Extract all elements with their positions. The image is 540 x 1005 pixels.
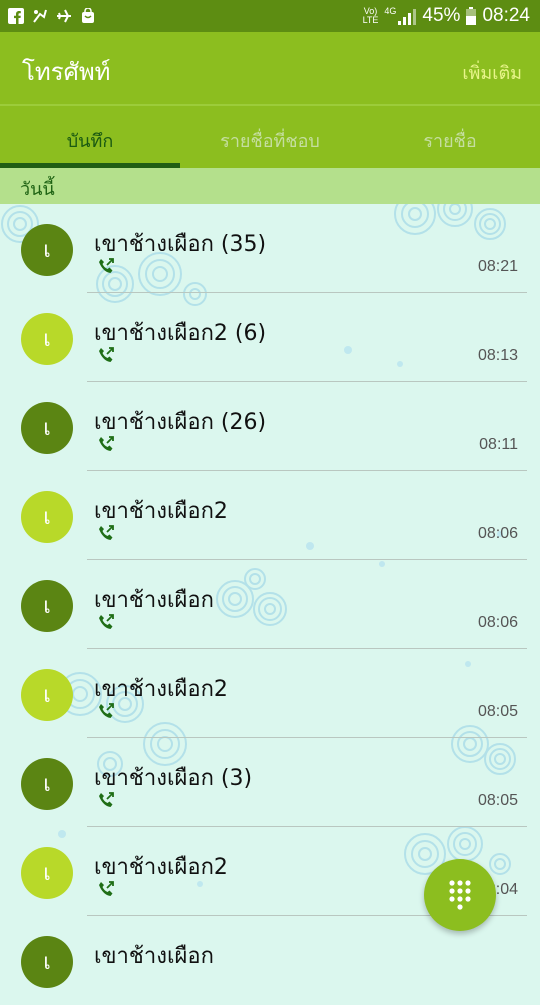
app-icon	[33, 9, 47, 23]
outgoing-call-icon	[99, 881, 114, 896]
avatar[interactable]: เ	[21, 847, 73, 899]
call-time: 08:05	[477, 703, 518, 720]
avatar[interactable]: เ	[21, 669, 73, 721]
call-time: 08:13	[477, 347, 518, 364]
avatar[interactable]: เ	[21, 313, 73, 365]
caller-name: เขาช้างเผือก	[94, 588, 214, 613]
outgoing-call-icon	[99, 525, 114, 540]
dialpad-button[interactable]	[424, 859, 496, 931]
avatar-initial: เ	[43, 593, 51, 619]
outgoing-call-icon	[99, 436, 114, 451]
avatar-initial: เ	[43, 860, 51, 886]
avatar-initial: เ	[43, 682, 51, 708]
call-time: 08:06	[477, 614, 518, 631]
network-type: 4G	[384, 6, 397, 16]
avatar[interactable]: เ	[21, 936, 73, 988]
volte-indicator: Vo) LTE	[363, 7, 379, 25]
call-log-row[interactable]: เ เขาช้างเผือก (3) 08:05	[0, 738, 540, 827]
call-time: 08:21	[477, 258, 518, 275]
caller-name: เขาช้างเผือก	[94, 944, 214, 969]
section-header: วันนี้	[0, 168, 540, 204]
more-button[interactable]: เพิ่มเติม	[462, 58, 522, 87]
signal-group: 4G	[384, 6, 417, 25]
section-header-label: วันนี้	[20, 179, 55, 200]
call-time: 08:11	[479, 436, 518, 453]
bag-icon	[82, 8, 94, 23]
call-log-row[interactable]: เ เขาช้างเผือก2 08:06	[0, 471, 540, 560]
avatar[interactable]: เ	[21, 491, 73, 543]
page-title: โทรศัพท์	[22, 58, 111, 86]
tab-favorites[interactable]: รายชื่อที่ชอบ	[180, 106, 360, 168]
call-log-row[interactable]: เ เขาช้างเผือก2 08:05	[0, 649, 540, 738]
caller-name: เขาช้างเผือก2	[94, 499, 228, 524]
outgoing-call-icon	[99, 347, 114, 362]
caller-name: เขาช้างเผือก2	[94, 677, 228, 702]
call-time: 08:05	[477, 792, 518, 809]
avatar-initial: เ	[43, 237, 51, 263]
call-time: 08:06	[477, 525, 518, 542]
avatar-initial: เ	[43, 771, 51, 797]
tab-logs[interactable]: บันทึก	[0, 106, 180, 168]
avatar[interactable]: เ	[21, 580, 73, 632]
avatar-initial: เ	[43, 415, 51, 441]
avatar[interactable]: เ	[21, 402, 73, 454]
volte-bottom: LTE	[362, 15, 379, 25]
signal-icon	[398, 9, 417, 25]
caller-name: เขาช้างเผือก (3)	[94, 766, 253, 791]
avatar[interactable]: เ	[21, 224, 73, 276]
call-log-row[interactable]: เ เขาช้างเผือก (26) 08:11	[0, 382, 540, 471]
tab-bar: บันทึก รายชื่อที่ชอบ รายชื่อ	[0, 106, 540, 168]
caller-name: เขาช้างเผือก2	[94, 855, 228, 880]
avatar-initial: เ	[43, 326, 51, 352]
avatar-initial: เ	[43, 504, 51, 530]
avatar-initial: เ	[43, 949, 51, 975]
battery-icon	[466, 7, 477, 25]
app-bar: โทรศัพท์ เพิ่มเติม	[0, 32, 540, 104]
facebook-icon	[8, 8, 24, 24]
clock: 08:24	[482, 5, 530, 26]
system-status: Vo) LTE 4G 45% 08:24	[363, 0, 530, 32]
call-log-row[interactable]: เ เขาช้างเผือก (35) 08:21	[0, 204, 540, 293]
caller-name: เขาช้างเผือก2 (6)	[94, 321, 267, 346]
outgoing-call-icon	[99, 792, 114, 807]
outgoing-call-icon	[99, 258, 114, 273]
call-log-row[interactable]: เ เขาช้างเผือก 08:06	[0, 560, 540, 649]
airplane-icon	[57, 9, 71, 23]
avatar[interactable]: เ	[21, 758, 73, 810]
dialpad-icon	[449, 880, 471, 910]
notification-icons	[8, 7, 96, 25]
outgoing-call-icon	[99, 614, 114, 629]
outgoing-call-icon	[99, 703, 114, 718]
battery-percent: 45%	[422, 5, 461, 26]
call-log-row[interactable]: เ เขาช้างเผือก2 (6) 08:13	[0, 293, 540, 382]
caller-name: เขาช้างเผือก (35)	[94, 232, 267, 257]
status-bar: Vo) LTE 4G 45% 08:24	[0, 0, 540, 32]
caller-name: เขาช้างเผือก (26)	[94, 410, 267, 435]
tab-contacts[interactable]: รายชื่อ	[360, 106, 540, 168]
